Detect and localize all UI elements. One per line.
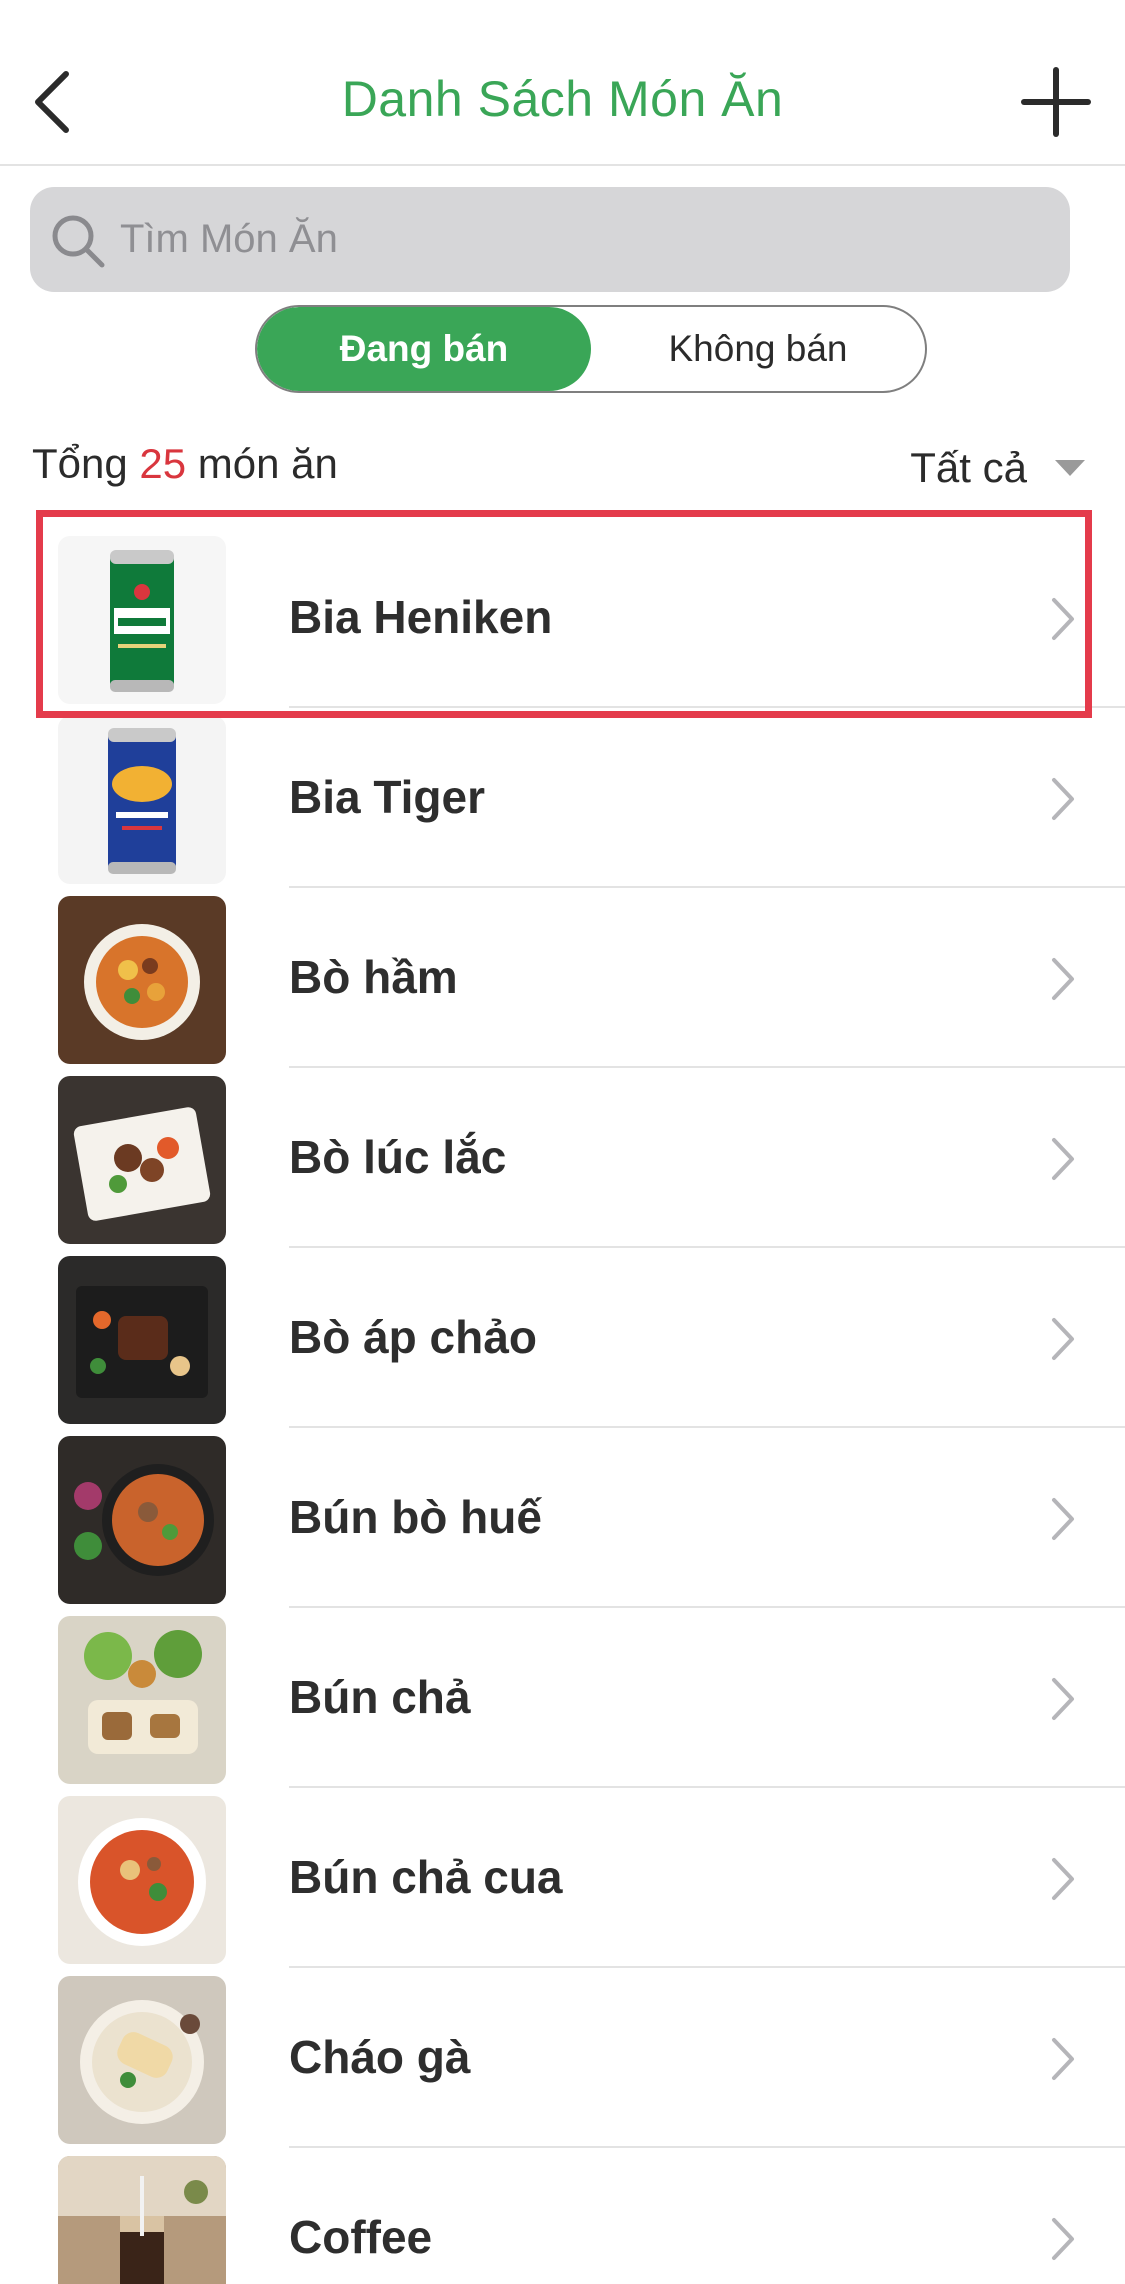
dish-thumbnail <box>58 896 226 1064</box>
list-item[interactable]: Bò áp chảo <box>0 1248 1125 1428</box>
dish-list: Bia Heniken Bia Tiger Bò hầm Bò lúc lắc … <box>0 528 1125 2284</box>
filter-dropdown[interactable]: Tất cả <box>910 444 1085 492</box>
dish-name: Bún chả cua <box>289 1851 563 1903</box>
tiger-can-image <box>58 716 226 884</box>
chevron-right-icon <box>1052 1318 1074 1360</box>
heineken-can-image <box>58 536 226 704</box>
list-item[interactable]: Bún bò huế <box>0 1428 1125 1608</box>
dish-thumbnail <box>58 2156 226 2284</box>
chevron-right-icon <box>1052 2218 1074 2260</box>
list-item[interactable]: Bún chả <box>0 1608 1125 1788</box>
list-item[interactable]: Bò lúc lắc <box>0 1068 1125 1248</box>
pan-seared-beef-image <box>58 1256 226 1424</box>
segment-selling[interactable]: Đang bán <box>257 307 591 391</box>
add-dish-button[interactable] <box>1020 66 1092 138</box>
filter-label: Tất cả <box>910 444 1027 491</box>
bun-bo-hue-image <box>58 1436 226 1604</box>
search-bar[interactable] <box>30 187 1070 292</box>
summary-suffix: món ăn <box>197 440 338 487</box>
dish-thumbnail <box>58 1976 226 2144</box>
search-input[interactable] <box>120 187 1050 292</box>
chevron-right-icon <box>1052 1858 1074 1900</box>
dish-name: Bia Tiger <box>289 771 485 823</box>
list-item[interactable]: Bò hầm <box>0 888 1125 1068</box>
dish-count: 25 <box>139 440 187 487</box>
summary-prefix: Tổng <box>32 440 128 487</box>
list-item[interactable]: Bia Tiger <box>0 708 1125 888</box>
dish-thumbnail <box>58 1616 226 1784</box>
dish-name: Bún bò huế <box>289 1491 542 1543</box>
dish-name: Bia Heniken <box>289 591 553 643</box>
chevron-right-icon <box>1052 1498 1074 1540</box>
iced-coffee-image <box>58 2156 226 2284</box>
bun-cha-cua-image <box>58 1796 226 1964</box>
dish-thumbnail <box>58 1436 226 1604</box>
chevron-right-icon <box>1052 1678 1074 1720</box>
chevron-right-icon <box>1052 2038 1074 2080</box>
dish-thumbnail <box>58 536 226 704</box>
dish-name: Coffee <box>289 2211 433 2263</box>
dish-thumbnail <box>58 1796 226 1964</box>
chevron-right-icon <box>1052 1138 1074 1180</box>
dish-name: Cháo gà <box>289 2031 471 2083</box>
search-icon <box>52 215 105 268</box>
list-item[interactable]: Cháo gà <box>0 1968 1125 2148</box>
caret-down-icon <box>1055 460 1085 476</box>
dish-thumbnail <box>58 716 226 884</box>
dish-thumbnail <box>58 1256 226 1424</box>
status-segmented-control: Đang bán Không bán <box>255 305 927 393</box>
chevron-right-icon <box>1052 598 1074 640</box>
page-title: Danh Sách Món Ăn <box>341 71 784 127</box>
nav-header: Danh Sách Món Ăn <box>0 0 1125 166</box>
chevron-right-icon <box>1052 958 1074 1000</box>
beef-stew-image <box>58 896 226 1064</box>
dish-count-summary: Tổng 25 món ăn <box>32 440 338 488</box>
dish-name: Bò áp chảo <box>289 1311 537 1363</box>
segment-not-selling[interactable]: Không bán <box>591 307 925 391</box>
dish-thumbnail <box>58 1076 226 1244</box>
chevron-right-icon <box>1052 778 1074 820</box>
plus-icon <box>1021 67 1091 137</box>
shaking-beef-image <box>58 1076 226 1244</box>
list-item[interactable]: Coffee <box>0 2148 1125 2284</box>
dish-name: Bún chả <box>289 1671 471 1723</box>
list-item[interactable]: Bún chả cua <box>0 1788 1125 1968</box>
list-item[interactable]: Bia Heniken <box>0 528 1125 708</box>
dish-name: Bò lúc lắc <box>289 1131 507 1183</box>
chicken-porridge-image <box>58 1976 226 2144</box>
dish-name: Bò hầm <box>289 951 458 1003</box>
bun-cha-image <box>58 1616 226 1784</box>
